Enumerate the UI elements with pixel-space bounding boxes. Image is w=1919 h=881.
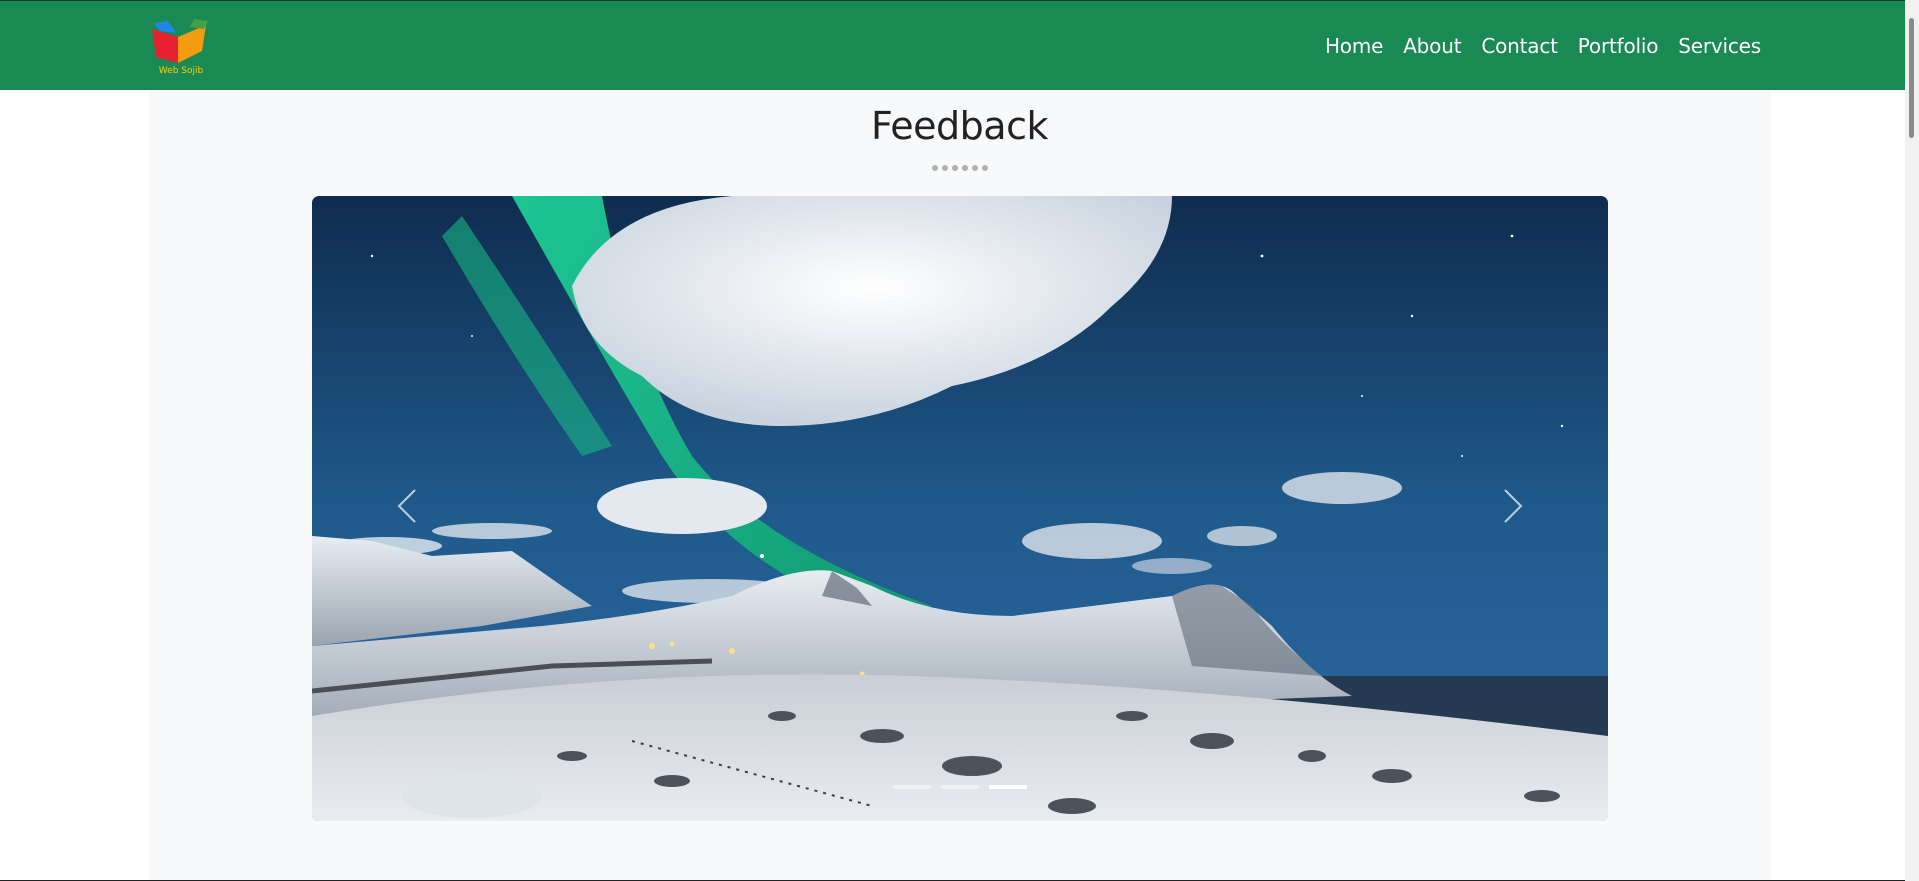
page-scrollbar[interactable] <box>1905 0 1919 881</box>
site-logo[interactable]: Web Sojib <box>148 19 214 77</box>
top-navbar: Web Sojib Home About Contact Portfolio S… <box>0 0 1919 90</box>
scrollbar-thumb[interactable] <box>1909 18 1914 138</box>
nav-link-about[interactable]: About <box>1403 34 1461 58</box>
feedback-carousel <box>312 196 1608 821</box>
divider-dot <box>971 165 978 171</box>
carousel-indicators <box>312 785 1608 789</box>
nav-link-services[interactable]: Services <box>1678 34 1761 58</box>
chevron-left-icon <box>397 489 416 523</box>
divider-dot <box>951 165 958 171</box>
carousel-indicator-1[interactable] <box>893 785 931 789</box>
nav-link-portfolio[interactable]: Portfolio <box>1578 34 1659 58</box>
divider-dot <box>931 165 938 171</box>
section-title: Feedback <box>871 104 1048 148</box>
logo-text: Web Sojib <box>159 66 204 76</box>
slide-image <box>312 196 1608 821</box>
carousel-next-button[interactable] <box>1483 466 1543 546</box>
chevron-right-icon <box>1504 489 1523 523</box>
book-logo-icon: Web Sojib <box>152 19 208 76</box>
divider-dot <box>941 165 948 171</box>
nav-links: Home About Contact Portfolio Services <box>1325 34 1761 58</box>
divider-dot <box>981 165 988 171</box>
carousel-indicator-3[interactable] <box>989 785 1027 789</box>
nav-link-contact[interactable]: Contact <box>1481 34 1558 58</box>
nav-link-home[interactable]: Home <box>1325 34 1383 58</box>
carousel-prev-button[interactable] <box>377 466 437 546</box>
carousel-indicator-2[interactable] <box>941 785 979 789</box>
divider-dot <box>961 165 968 171</box>
title-divider-dots <box>0 165 1919 171</box>
